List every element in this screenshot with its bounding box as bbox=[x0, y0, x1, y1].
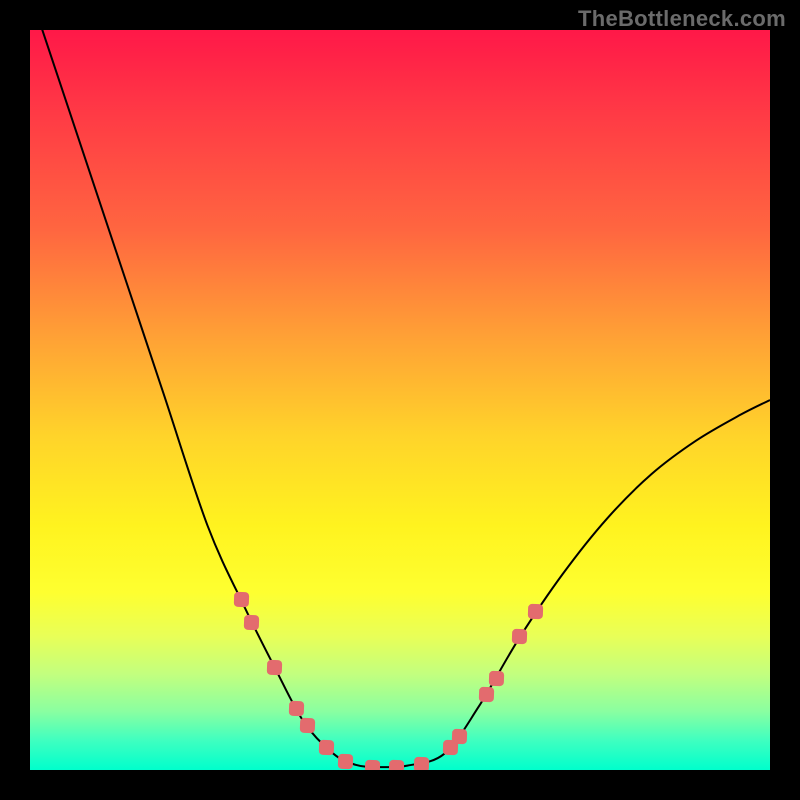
data-marker bbox=[488, 670, 504, 686]
data-marker bbox=[318, 740, 334, 756]
data-marker bbox=[528, 604, 544, 620]
data-marker bbox=[414, 756, 430, 770]
data-marker bbox=[337, 753, 353, 769]
curve-svg bbox=[30, 30, 770, 770]
chart-frame: TheBottleneck.com bbox=[0, 0, 800, 800]
data-marker bbox=[451, 729, 467, 745]
data-marker bbox=[267, 660, 283, 676]
data-marker bbox=[234, 592, 250, 608]
data-marker bbox=[289, 701, 305, 717]
data-marker bbox=[512, 629, 528, 645]
data-marker bbox=[389, 759, 405, 770]
bottleneck-curve-path bbox=[30, 30, 770, 767]
data-marker bbox=[479, 687, 495, 703]
watermark-text: TheBottleneck.com bbox=[578, 6, 786, 32]
chart-plot-area bbox=[30, 30, 770, 770]
data-marker bbox=[243, 614, 259, 630]
data-marker bbox=[300, 718, 316, 734]
data-marker bbox=[365, 759, 381, 770]
